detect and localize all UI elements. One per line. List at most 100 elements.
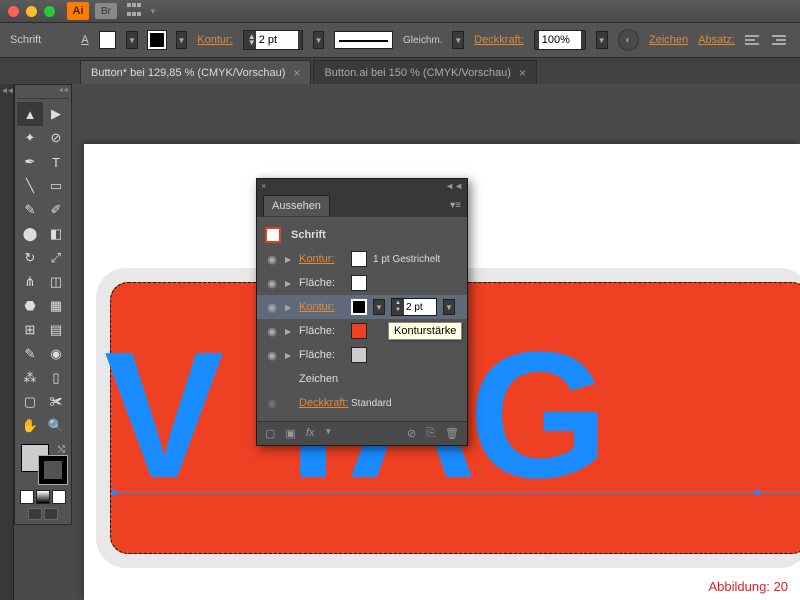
color-swatch[interactable]: [351, 251, 367, 267]
stroke-swatch[interactable]: [148, 31, 166, 49]
lasso-tool[interactable]: ⊘: [43, 126, 69, 150]
arrange-documents-icon[interactable]: [127, 3, 143, 19]
delete-item-icon[interactable]: 🗑: [445, 427, 459, 440]
stroke-weight-field[interactable]: ▲▼: [243, 30, 303, 50]
appearance-tab[interactable]: Aussehen: [263, 195, 330, 216]
opacity-label[interactable]: Deckkraft:: [474, 34, 524, 46]
hand-tool[interactable]: ✋: [17, 414, 43, 438]
opacity-input[interactable]: [539, 31, 581, 49]
character-panel-link[interactable]: Zeichen: [649, 34, 688, 46]
paintbrush-tool[interactable]: ✎: [17, 198, 43, 222]
pen-tool[interactable]: ✒: [17, 150, 43, 174]
color-swatch[interactable]: [351, 299, 367, 315]
stroke-weight-stepper[interactable]: ▲▼: [391, 298, 437, 316]
fill-stroke-control[interactable]: ⤭: [17, 442, 71, 486]
line-tool[interactable]: ╲: [17, 174, 43, 198]
appearance-row-opacity[interactable]: ◉ Deckkraft: Standard: [265, 391, 459, 415]
shape-builder-tool[interactable]: ⬣: [17, 294, 43, 318]
visibility-toggle-icon[interactable]: ◉: [265, 397, 279, 410]
scale-tool[interactable]: ⤢: [43, 246, 69, 270]
blob-brush-tool[interactable]: ⬤: [17, 222, 43, 246]
slice-tool[interactable]: ✀: [43, 390, 69, 414]
magic-wand-tool[interactable]: ✦: [17, 126, 43, 150]
pencil-tool[interactable]: ✐: [43, 198, 69, 222]
stroke-weight-input[interactable]: [256, 31, 298, 49]
panel-grip[interactable]: × ◄◄: [257, 179, 467, 193]
type-tool[interactable]: T: [43, 150, 69, 174]
color-mode[interactable]: [20, 490, 34, 504]
document-tab[interactable]: Button.ai bei 150 % (CMYK/Vorschau) ×: [313, 60, 537, 84]
expand-icon[interactable]: ▶: [285, 327, 293, 336]
perspective-tool[interactable]: ▦: [43, 294, 69, 318]
appearance-row[interactable]: ◉ ▶ Kontur: 1 pt Gestrichelt: [265, 247, 459, 271]
step-up-icon[interactable]: ▲: [392, 300, 404, 307]
fill-dropdown[interactable]: ▼: [126, 31, 138, 49]
stroke-weight-dropdown[interactable]: ▼: [313, 31, 325, 49]
color-swatch[interactable]: [351, 323, 367, 339]
none-mode[interactable]: [52, 490, 66, 504]
tools-panel-header[interactable]: [17, 89, 69, 99]
add-effect-icon[interactable]: fx: [306, 427, 315, 440]
color-swatch[interactable]: [351, 275, 367, 291]
appearance-row[interactable]: ◉ ▶ Fläche:: [265, 343, 459, 367]
screen-mode[interactable]: [28, 508, 42, 520]
expand-icon[interactable]: ▶: [285, 351, 293, 360]
visibility-toggle-icon[interactable]: ◉: [265, 301, 279, 314]
attr-label[interactable]: Kontur:: [299, 253, 345, 265]
collapse-panel-icon[interactable]: ◄◄: [445, 181, 463, 191]
gradient-tool[interactable]: ▤: [43, 318, 69, 342]
close-tab-icon[interactable]: ×: [519, 66, 526, 80]
appearance-row[interactable]: ◉ ▶ Fläche:: [265, 271, 459, 295]
appearance-row-selected[interactable]: ◉ ▶ Kontur: ▼ ▲▼ ▼: [257, 295, 467, 319]
opacity-label[interactable]: Deckkraft:: [299, 397, 345, 409]
swatch-dropdown[interactable]: ▼: [373, 299, 385, 315]
stroke-box[interactable]: [39, 456, 67, 484]
align-center-icon[interactable]: [772, 32, 790, 48]
eraser-tool[interactable]: ◧: [43, 222, 69, 246]
graph-tool[interactable]: ▯: [43, 366, 69, 390]
opacity-field[interactable]: [534, 30, 586, 50]
opacity-dropdown[interactable]: ▼: [596, 31, 608, 49]
panel-menu-icon[interactable]: ▾≡: [450, 200, 461, 211]
eyedropper-tool[interactable]: ✎: [17, 342, 43, 366]
fill-swatch[interactable]: [99, 31, 117, 49]
minimize-window[interactable]: [26, 6, 37, 17]
bridge-button[interactable]: Br: [95, 3, 117, 19]
align-left-icon[interactable]: [745, 32, 763, 48]
attr-label[interactable]: Kontur:: [299, 301, 345, 313]
panel-dock-strip[interactable]: ◄◄: [0, 84, 14, 600]
new-stroke-icon[interactable]: ▢: [265, 427, 275, 440]
appearance-row-characters[interactable]: ◉ Zeichen: [265, 367, 459, 391]
selection-tool[interactable]: ▲: [17, 102, 43, 126]
color-swatch[interactable]: [351, 347, 367, 363]
rotate-tool[interactable]: ↻: [17, 246, 43, 270]
duplicate-item-icon[interactable]: ⎘: [426, 427, 435, 440]
close-window[interactable]: [8, 6, 19, 17]
clear-appearance-icon[interactable]: ⊘: [407, 427, 416, 440]
zoom-window[interactable]: [44, 6, 55, 17]
expand-icon[interactable]: ▶: [285, 303, 293, 312]
mesh-tool[interactable]: ⊞: [17, 318, 43, 342]
stroke-label[interactable]: Kontur:: [197, 34, 232, 46]
new-fill-icon[interactable]: ▣: [285, 427, 295, 440]
expand-icon[interactable]: ▶: [285, 255, 293, 264]
document-tab-active[interactable]: Button* bei 129,85 % (CMYK/Vorschau) ×: [80, 60, 311, 84]
blend-tool[interactable]: ◉: [43, 342, 69, 366]
visibility-toggle-icon[interactable]: ◉: [265, 253, 279, 266]
zoom-tool[interactable]: 🔍: [43, 414, 69, 438]
artboard-tool[interactable]: ▢: [17, 390, 43, 414]
stroke-dropdown[interactable]: ▼: [176, 31, 188, 49]
visibility-toggle-icon[interactable]: ◉: [265, 277, 279, 290]
close-panel-icon[interactable]: ×: [261, 181, 266, 191]
close-tab-icon[interactable]: ×: [293, 66, 300, 80]
profile-dropdown[interactable]: ▼: [452, 31, 464, 49]
free-transform-tool[interactable]: ◫: [43, 270, 69, 294]
direct-selection-tool[interactable]: ▶: [43, 102, 69, 126]
step-down-icon[interactable]: ▼: [392, 307, 404, 314]
char-format-icon[interactable]: A: [81, 34, 88, 46]
stroke-profile[interactable]: [334, 31, 393, 49]
expand-icon[interactable]: ▶: [285, 279, 293, 288]
symbol-sprayer-tool[interactable]: ⁂: [17, 366, 43, 390]
swap-fill-stroke-icon[interactable]: ⤭: [58, 444, 65, 455]
gradient-mode[interactable]: [36, 490, 50, 504]
